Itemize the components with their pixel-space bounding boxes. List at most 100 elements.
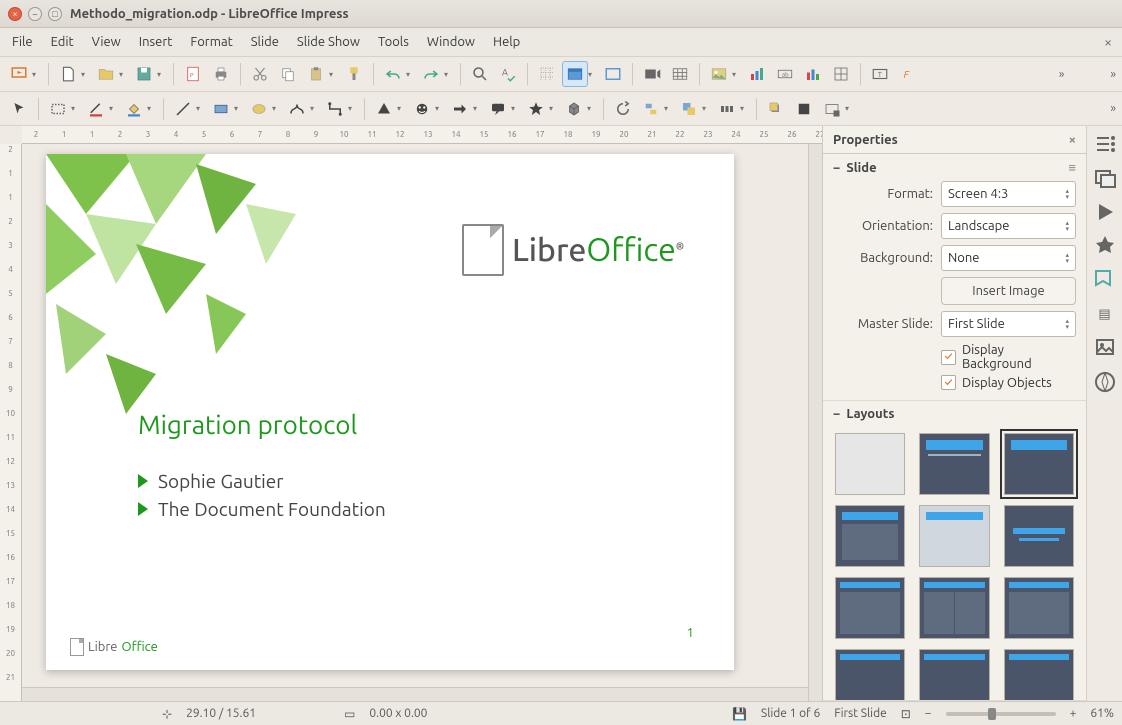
dropdown-icon[interactable]: ▾ [587, 104, 595, 113]
presentation-from-beginning-icon[interactable] [6, 61, 32, 87]
menubar-close-icon[interactable]: × [1104, 34, 1112, 50]
background-combo[interactable]: None▴▾ [941, 245, 1076, 271]
basic-shapes-icon[interactable] [371, 96, 397, 122]
styles-tab-icon[interactable] [1093, 268, 1117, 292]
arrange-icon[interactable] [676, 96, 702, 122]
dropdown-icon[interactable]: ▾ [310, 104, 318, 113]
gallery-tab-icon[interactable]: ▤ [1093, 302, 1117, 326]
menu-window[interactable]: Window [427, 35, 475, 49]
dropdown-icon[interactable]: ▾ [157, 70, 165, 79]
dropdown-icon[interactable]: ▾ [473, 104, 481, 113]
curve-icon[interactable] [284, 96, 310, 122]
dropdown-icon[interactable]: ▾ [511, 104, 519, 113]
align-icon[interactable] [638, 96, 664, 122]
copy-icon[interactable] [275, 61, 301, 87]
layout-two-content[interactable] [835, 505, 905, 567]
collapse-icon[interactable]: − [833, 161, 840, 175]
dropdown-icon[interactable]: ▾ [329, 70, 337, 79]
collapse-icon[interactable]: − [833, 407, 840, 421]
crop-icon[interactable] [791, 96, 817, 122]
arrow-shapes-icon[interactable] [447, 96, 473, 122]
export-pdf-icon[interactable]: P [180, 61, 206, 87]
zoom-out-icon[interactable]: − [925, 707, 932, 720]
dropdown-icon[interactable]: ▾ [196, 104, 204, 113]
insert-image-button[interactable]: Insert Image [941, 277, 1076, 305]
dropdown-icon[interactable]: ▾ [348, 104, 356, 113]
zoom-pan-icon[interactable] [45, 96, 71, 122]
status-slide-info[interactable]: Slide 1 of 6 [761, 707, 820, 720]
navigator-tab-icon[interactable] [1093, 336, 1117, 360]
toolbar-overflow-icon[interactable]: » [1110, 102, 1116, 115]
distribute-icon[interactable] [714, 96, 740, 122]
star-icon[interactable] [523, 96, 549, 122]
symbol-shapes-icon[interactable] [409, 96, 435, 122]
properties-tab-icon[interactable] [1093, 132, 1117, 156]
fit-page-icon[interactable]: ⊡ [901, 707, 911, 721]
dropdown-icon[interactable]: ▾ [71, 104, 79, 113]
dropdown-icon[interactable]: ▾ [272, 104, 280, 113]
dropdown-icon[interactable]: ▾ [664, 104, 672, 113]
rotate-icon[interactable] [610, 96, 636, 122]
layout-5[interactable] [919, 649, 989, 701]
dropdown-icon[interactable]: ▾ [406, 70, 414, 79]
window-close-icon[interactable]: × [8, 7, 22, 21]
ellipse-icon[interactable] [246, 96, 272, 122]
toolbar-overflow-icon[interactable]: » [1059, 68, 1065, 81]
insert-hyperlink-icon[interactable] [828, 61, 854, 87]
layout-title-only[interactable] [919, 433, 989, 495]
dropdown-icon[interactable]: ▾ [32, 70, 40, 79]
layout-2-1[interactable] [1004, 577, 1074, 639]
insert-chart-icon[interactable] [744, 61, 770, 87]
filter-icon[interactable] [819, 96, 845, 122]
fontwork-icon[interactable]: F [895, 61, 921, 87]
dropdown-icon[interactable]: ▾ [702, 104, 710, 113]
insert-special-char-icon[interactable] [800, 61, 826, 87]
layout-4[interactable] [835, 649, 905, 701]
shadow-icon[interactable] [763, 96, 789, 122]
display-views-icon[interactable] [562, 61, 588, 87]
status-master[interactable]: First Slide [834, 707, 886, 720]
window-maximize-icon[interactable]: □ [48, 7, 62, 21]
rectangle-icon[interactable] [208, 96, 234, 122]
sidebar-close-icon[interactable]: × [1069, 133, 1076, 147]
insert-video-icon[interactable] [639, 61, 665, 87]
dropdown-icon[interactable]: ▾ [845, 104, 853, 113]
insert-table-icon[interactable] [667, 61, 693, 87]
cut-icon[interactable] [247, 61, 273, 87]
layout-title-content[interactable] [1004, 433, 1074, 495]
fill-color-icon[interactable] [121, 96, 147, 122]
status-save-icon[interactable]: 💾 [732, 707, 747, 721]
format-combo[interactable]: Screen 4:3▴▾ [941, 181, 1076, 207]
callout-icon[interactable] [485, 96, 511, 122]
layout-2x2[interactable] [835, 577, 905, 639]
section-menu-icon[interactable]: ≡ [1068, 160, 1076, 175]
save-icon[interactable] [131, 61, 157, 87]
select-icon[interactable] [6, 96, 32, 122]
open-icon[interactable] [93, 61, 119, 87]
functions-tab-icon[interactable] [1093, 370, 1117, 394]
menu-help[interactable]: Help [493, 35, 520, 49]
display-background-checkbox[interactable]: ✓Display Background [941, 343, 1076, 371]
dropdown-icon[interactable]: ▾ [397, 104, 405, 113]
dropdown-icon[interactable]: ▾ [109, 104, 117, 113]
slide-title[interactable]: Migration protocol [138, 410, 357, 439]
connector-icon[interactable] [322, 96, 348, 122]
undo-icon[interactable] [380, 61, 406, 87]
menu-edit[interactable]: Edit [51, 35, 74, 49]
zoom-in-icon[interactable]: + [1070, 707, 1077, 720]
layout-blank[interactable] [835, 433, 905, 495]
layout-title-only-2[interactable] [919, 505, 989, 567]
toolbar-overflow-icon[interactable]: » [1110, 68, 1116, 81]
scrollbar-horizontal[interactable] [22, 687, 808, 701]
animation-tab-icon[interactable] [1093, 200, 1117, 224]
dropdown-icon[interactable]: ▾ [588, 70, 596, 79]
menu-slide[interactable]: Slide [251, 35, 279, 49]
layout-1-2[interactable] [919, 577, 989, 639]
clone-formatting-icon[interactable] [341, 61, 367, 87]
zoom-slider[interactable] [946, 712, 1056, 716]
dropdown-icon[interactable]: ▾ [81, 70, 89, 79]
paste-icon[interactable] [303, 61, 329, 87]
line-icon[interactable] [170, 96, 196, 122]
master-slides-tab-icon[interactable] [1093, 234, 1117, 258]
insert-text-box-icon[interactable]: ab [772, 61, 798, 87]
